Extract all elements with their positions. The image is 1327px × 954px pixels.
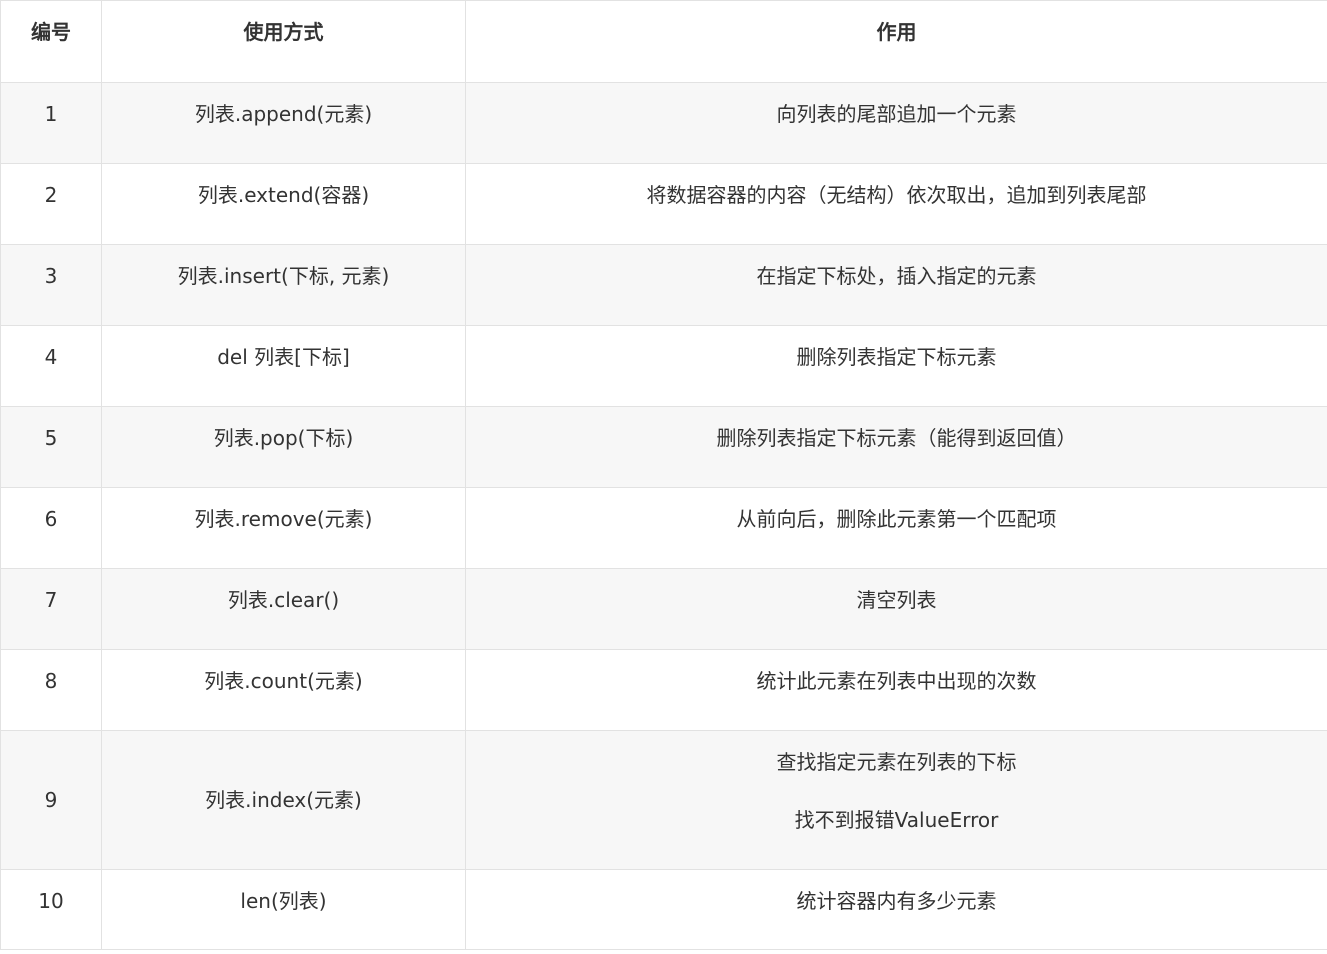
row-usage: 列表.index(元素) [101, 730, 466, 870]
list-methods-table: 编号 使用方式 作用 1 列表.append(元素) 向列表的尾部追加一个元素 … [0, 0, 1327, 950]
row-id: 2 [0, 163, 102, 245]
row-usage: 列表.pop(下标) [101, 406, 466, 488]
row-description: 统计此元素在列表中出现的次数 [465, 649, 1327, 731]
table-row: 5 列表.pop(下标) 删除列表指定下标元素（能得到返回值） [0, 406, 1327, 488]
row-description: 清空列表 [465, 568, 1327, 650]
row-description: 删除列表指定下标元素 [465, 325, 1327, 407]
table-row: 4 del 列表[下标] 删除列表指定下标元素 [0, 325, 1327, 407]
row-description-line: 找不到报错ValueError [794, 808, 999, 832]
row-usage: 列表.remove(元素) [101, 487, 466, 569]
row-usage: 列表.clear() [101, 568, 466, 650]
table-row: 7 列表.clear() 清空列表 [0, 568, 1327, 650]
table-row: 3 列表.insert(下标, 元素) 在指定下标处，插入指定的元素 [0, 244, 1327, 326]
table-row: 6 列表.remove(元素) 从前向后，删除此元素第一个匹配项 [0, 487, 1327, 569]
row-id: 7 [0, 568, 102, 650]
row-description: 统计容器内有多少元素 [465, 869, 1327, 950]
row-description: 查找指定元素在列表的下标 找不到报错ValueError [465, 730, 1327, 870]
table-row: 8 列表.count(元素) 统计此元素在列表中出现的次数 [0, 649, 1327, 731]
row-id: 8 [0, 649, 102, 731]
row-description: 从前向后，删除此元素第一个匹配项 [465, 487, 1327, 569]
row-usage: del 列表[下标] [101, 325, 466, 407]
header-id: 编号 [0, 0, 102, 83]
row-id: 4 [0, 325, 102, 407]
row-description: 在指定下标处，插入指定的元素 [465, 244, 1327, 326]
row-id: 5 [0, 406, 102, 488]
row-id: 10 [0, 869, 102, 950]
row-usage: 列表.count(元素) [101, 649, 466, 731]
row-id: 1 [0, 82, 102, 164]
row-usage: len(列表) [101, 869, 466, 950]
row-description-line: 查找指定元素在列表的下标 [776, 750, 1017, 774]
header-description: 作用 [465, 0, 1327, 83]
row-usage: 列表.insert(下标, 元素) [101, 244, 466, 326]
row-description: 删除列表指定下标元素（能得到返回值） [465, 406, 1327, 488]
row-id: 9 [0, 730, 102, 870]
table-row: 9 列表.index(元素) 查找指定元素在列表的下标 找不到报错ValueEr… [0, 730, 1327, 870]
table-row: 1 列表.append(元素) 向列表的尾部追加一个元素 [0, 82, 1327, 164]
row-id: 3 [0, 244, 102, 326]
row-usage: 列表.extend(容器) [101, 163, 466, 245]
table-header-row: 编号 使用方式 作用 [0, 0, 1327, 83]
row-description: 将数据容器的内容（无结构）依次取出，追加到列表尾部 [465, 163, 1327, 245]
row-id: 6 [0, 487, 102, 569]
table-row: 2 列表.extend(容器) 将数据容器的内容（无结构）依次取出，追加到列表尾… [0, 163, 1327, 245]
row-usage: 列表.append(元素) [101, 82, 466, 164]
header-usage: 使用方式 [101, 0, 466, 83]
table-row: 10 len(列表) 统计容器内有多少元素 [0, 869, 1327, 950]
row-description: 向列表的尾部追加一个元素 [465, 82, 1327, 164]
